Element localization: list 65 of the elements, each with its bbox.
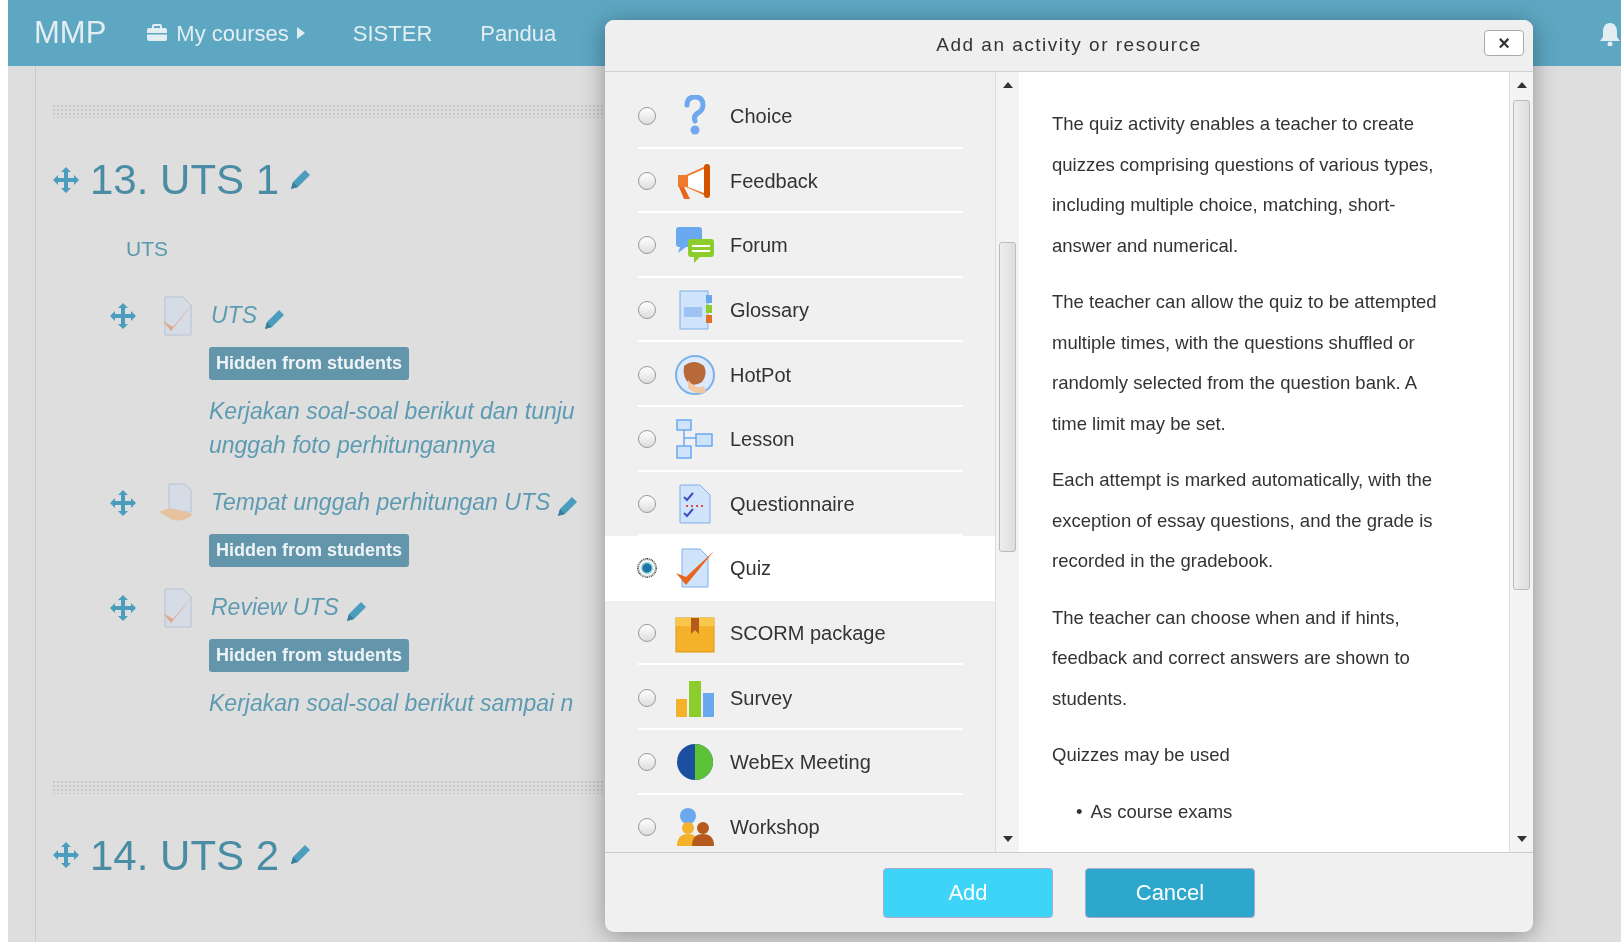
move-icon[interactable] bbox=[109, 301, 137, 330]
activity-option[interactable]: Quiz bbox=[605, 536, 995, 601]
activity-option[interactable]: Forum bbox=[605, 213, 995, 278]
activity-icon bbox=[674, 353, 716, 396]
description-paragraph: Quizzes may be used bbox=[1052, 743, 1231, 767]
activity-icon bbox=[674, 805, 716, 848]
list-item: As course exams bbox=[1090, 799, 1233, 824]
radio-button[interactable] bbox=[638, 171, 656, 190]
edit-icon[interactable] bbox=[289, 844, 312, 866]
caret-icon bbox=[296, 27, 305, 39]
move-icon[interactable] bbox=[109, 488, 137, 517]
activity-option[interactable]: HotPot bbox=[605, 342, 995, 407]
radio-button[interactable] bbox=[638, 817, 656, 836]
activity-option[interactable]: Workshop bbox=[605, 794, 995, 852]
bullet-marker: • bbox=[1076, 799, 1083, 824]
activity-description: Kerjakan soal-soal berikut dan tunju unggah foto perhitungannya bbox=[209, 396, 576, 460]
edit-icon[interactable] bbox=[344, 600, 367, 623]
activity-option[interactable]: Lesson bbox=[605, 406, 995, 472]
activity-option[interactable]: SCORM package bbox=[605, 600, 995, 666]
briefcase-icon bbox=[146, 24, 169, 42]
activity-option[interactable]: Survey bbox=[605, 665, 995, 730]
move-icon[interactable] bbox=[52, 841, 80, 869]
radio-button[interactable] bbox=[638, 301, 656, 320]
radio-button[interactable] bbox=[638, 688, 656, 707]
radio-button[interactable] bbox=[638, 236, 656, 255]
radio-button[interactable] bbox=[638, 430, 656, 449]
radio-button[interactable] bbox=[638, 559, 656, 578]
radio-button[interactable] bbox=[638, 365, 656, 384]
edit-icon[interactable] bbox=[289, 168, 312, 191]
scroll-up-icon[interactable] bbox=[1517, 82, 1527, 88]
activity-option[interactable]: WebEx Meeting bbox=[605, 729, 995, 795]
scroll-up-icon[interactable] bbox=[1003, 82, 1013, 88]
radio-button[interactable] bbox=[638, 494, 656, 513]
radio-button[interactable] bbox=[638, 753, 656, 772]
scrollbar[interactable] bbox=[1509, 72, 1533, 852]
dialog-title: Add an activity or resource bbox=[936, 33, 1202, 58]
edit-icon[interactable] bbox=[263, 308, 285, 331]
description-paragraph: The quiz activity enables a teacher to create quizzes comprising questions of various types, including multiple choice, matching, short-answer and numerical. bbox=[1052, 112, 1435, 258]
description-paragraph: The teacher can allow the quiz to be attempted multiple times, with the questions shuffled or randomly selected from the question bank. A time limit may be set. bbox=[1052, 290, 1438, 436]
hidden-badge: Hidden from students bbox=[209, 346, 409, 380]
scroll-down-icon[interactable] bbox=[1517, 836, 1527, 842]
radio-button[interactable] bbox=[638, 107, 656, 126]
activity-option[interactable]: Choice bbox=[605, 84, 995, 149]
move-icon[interactable] bbox=[109, 593, 137, 622]
scrollbar-thumb[interactable] bbox=[1513, 100, 1530, 590]
radio-button[interactable] bbox=[638, 624, 656, 643]
activity-icon bbox=[674, 418, 716, 461]
scroll-down-icon[interactable] bbox=[1003, 836, 1013, 842]
bell-icon[interactable] bbox=[1599, 22, 1621, 46]
edit-icon[interactable] bbox=[556, 495, 579, 518]
section-summary: UTS bbox=[126, 236, 169, 262]
description-paragraph: Each attempt is marked automatically, with the exception of essay questions, and the grade is recorded in the gradebook. bbox=[1052, 468, 1434, 573]
description-paragraph: The teacher can choose when and if hints, feedback and correct answers are shown to students. bbox=[1052, 605, 1411, 711]
activity-icon bbox=[674, 547, 716, 590]
hidden-badge: Hidden from students bbox=[209, 533, 409, 567]
section-title: 14. UTS 2 bbox=[90, 830, 280, 881]
close-button[interactable]: × bbox=[1484, 30, 1524, 56]
activity-description: Kerjakan soal-soal berikut sampai n bbox=[209, 688, 575, 718]
hidden-badge: Hidden from students bbox=[209, 638, 409, 672]
section-title: 13. UTS 1 bbox=[90, 155, 280, 205]
activity-option[interactable]: Feedback bbox=[605, 148, 995, 214]
activity-option[interactable]: Glossary bbox=[605, 277, 995, 343]
scrollbar-thumb[interactable] bbox=[999, 242, 1016, 552]
scrollbar[interactable] bbox=[995, 72, 1019, 852]
move-icon[interactable] bbox=[52, 165, 80, 194]
